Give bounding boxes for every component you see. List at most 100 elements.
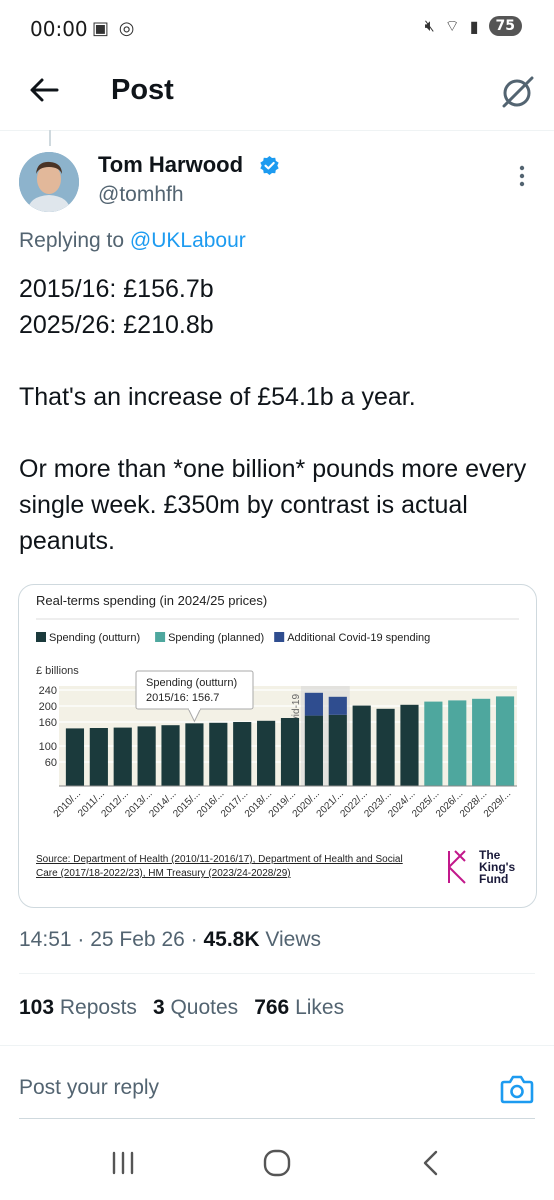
notification-icons: ▣ ◎ xyxy=(92,18,137,39)
x-tick-label: 2029/... xyxy=(482,788,513,819)
author-handle[interactable]: @tomhfh xyxy=(98,183,184,207)
bar xyxy=(161,725,180,786)
divider xyxy=(0,1045,554,1046)
bar xyxy=(257,720,276,786)
logo-mark xyxy=(448,850,466,884)
bar xyxy=(352,705,371,786)
status-time: 00:00 xyxy=(30,17,88,41)
verified-badge-icon xyxy=(260,155,279,176)
bar xyxy=(304,692,323,716)
post-line: Or more than *one billion* pounds more e… xyxy=(19,455,527,555)
post-image-chart[interactable]: Real-terms spending (in 2024/25 prices) … xyxy=(18,584,537,908)
page-title: Post xyxy=(111,74,174,106)
chart-title: Real-terms spending (in 2024/25 prices) xyxy=(36,593,267,608)
bar xyxy=(424,701,443,786)
reposts-label: Reposts xyxy=(59,996,137,1019)
chart-legend: Spending (outturn) Spending (planned) Addi… xyxy=(36,618,519,644)
kings-fund-logo: TheKing'sFund xyxy=(448,848,516,886)
source-line: Source: Department of Health (2010/11-20… xyxy=(36,854,403,865)
reposts-stat[interactable]: 103 Reposts xyxy=(19,996,137,1019)
post-line-break xyxy=(19,415,539,451)
top-app-bar: Post xyxy=(0,58,554,131)
y-tick-label: 60 xyxy=(45,757,57,769)
bar xyxy=(185,723,204,786)
post-line: 2015/16: £156.7b xyxy=(19,275,214,303)
divider xyxy=(19,973,535,974)
signal-icon: ▮ xyxy=(469,16,479,36)
legend-swatch xyxy=(36,632,46,642)
author-name[interactable]: Tom Harwood xyxy=(98,152,243,178)
likes-label: Likes xyxy=(295,996,345,1019)
wifi-icon: ⌔ xyxy=(444,16,460,35)
bar xyxy=(328,696,347,715)
y-tick-label: 200 xyxy=(39,701,57,713)
post-text: 2015/16: £156.7b 2025/26: £210.8b That's… xyxy=(19,271,539,559)
likes-stat[interactable]: 766 Likes xyxy=(254,996,344,1019)
views-count[interactable]: 45.8K xyxy=(203,928,259,951)
post-time: 14:51 xyxy=(19,928,72,951)
bar xyxy=(328,714,347,786)
post-meta: 14:51 · 25 Feb 26 · 45.8K Views xyxy=(19,928,322,951)
y-tick-label: 160 xyxy=(39,717,57,729)
post-line: That's an increase of £54.1b a year. xyxy=(19,383,416,411)
system-nav-bar xyxy=(0,1130,554,1200)
more-options-icon[interactable] xyxy=(512,163,532,189)
tooltip-pointer-mask xyxy=(188,707,200,710)
y-axis-label: £ billions xyxy=(36,665,79,677)
quotes-label: Quotes xyxy=(170,996,239,1019)
legend-label: Spending (outturn) xyxy=(49,632,140,644)
post-line-break xyxy=(19,343,539,379)
bar xyxy=(89,728,108,786)
engagement-stats: 103 Reposts 3 Quotes 766 Likes xyxy=(19,996,360,1020)
reposts-count: 103 xyxy=(19,996,55,1019)
reply-input[interactable]: Post your reply xyxy=(19,1076,459,1100)
home-icon[interactable] xyxy=(259,1148,295,1178)
logo-text: Fund xyxy=(479,872,508,886)
bar xyxy=(233,722,252,786)
status-bar: 00:00 ▣ ◎ 🔇︎ ⌔ ▮ 75 xyxy=(0,0,554,58)
bar xyxy=(113,727,132,786)
grok-icon[interactable] xyxy=(498,73,536,111)
post-date: 25 Feb 26 xyxy=(90,928,185,951)
bar xyxy=(280,718,300,786)
reply-underline xyxy=(19,1118,535,1119)
bar xyxy=(137,726,156,786)
tooltip-title: Spending (outturn) xyxy=(146,677,237,689)
tooltip-value: 2015/16: 156.7 xyxy=(146,692,219,704)
chart-source: Source: Department of Health (2010/11-20… xyxy=(36,854,403,879)
bar-chart: Real-terms spending (in 2024/25 prices) … xyxy=(36,593,519,886)
bar xyxy=(448,700,467,786)
legend-label: Spending (planned) xyxy=(168,632,264,644)
back-nav-icon[interactable] xyxy=(414,1148,450,1178)
thread-connector xyxy=(49,130,51,146)
replying-to: Replying to @UKLabour xyxy=(19,229,246,253)
bar xyxy=(209,722,228,786)
mention-link[interactable]: @UKLabour xyxy=(130,229,246,252)
avatar[interactable] xyxy=(19,152,79,212)
bar xyxy=(376,708,395,786)
status-right: 🔇︎ ⌔ ▮ 75 xyxy=(425,16,522,36)
legend-swatch xyxy=(274,632,285,642)
replying-prefix: Replying to xyxy=(19,229,130,252)
y-tick-label: 100 xyxy=(39,741,57,753)
source-line: Care (2017/18-2022/23), HM Treasury (202… xyxy=(36,868,291,879)
bar xyxy=(65,728,85,786)
bar xyxy=(400,704,419,786)
quotes-count: 3 xyxy=(152,996,165,1019)
bar xyxy=(472,698,491,786)
likes-count: 766 xyxy=(254,996,290,1019)
bar xyxy=(304,715,323,786)
quotes-stat[interactable]: 3 Quotes xyxy=(153,996,238,1019)
plot-area: 60100160200240Covid-192010/...2011/...20… xyxy=(39,670,517,820)
legend-label: Additional Covid-19 spending xyxy=(287,632,430,644)
battery-indicator: 75 xyxy=(488,16,522,36)
mute-icon: 🔇︎ xyxy=(424,16,435,35)
post-line: 2025/26: £210.8b xyxy=(19,311,214,339)
legend-swatch xyxy=(155,632,166,642)
views-label[interactable]: Views xyxy=(265,928,321,951)
camera-icon[interactable] xyxy=(500,1073,534,1105)
recent-apps-icon[interactable] xyxy=(105,1148,141,1178)
bar xyxy=(495,696,515,786)
back-arrow-icon[interactable] xyxy=(26,72,62,108)
y-tick-label: 240 xyxy=(39,685,57,697)
